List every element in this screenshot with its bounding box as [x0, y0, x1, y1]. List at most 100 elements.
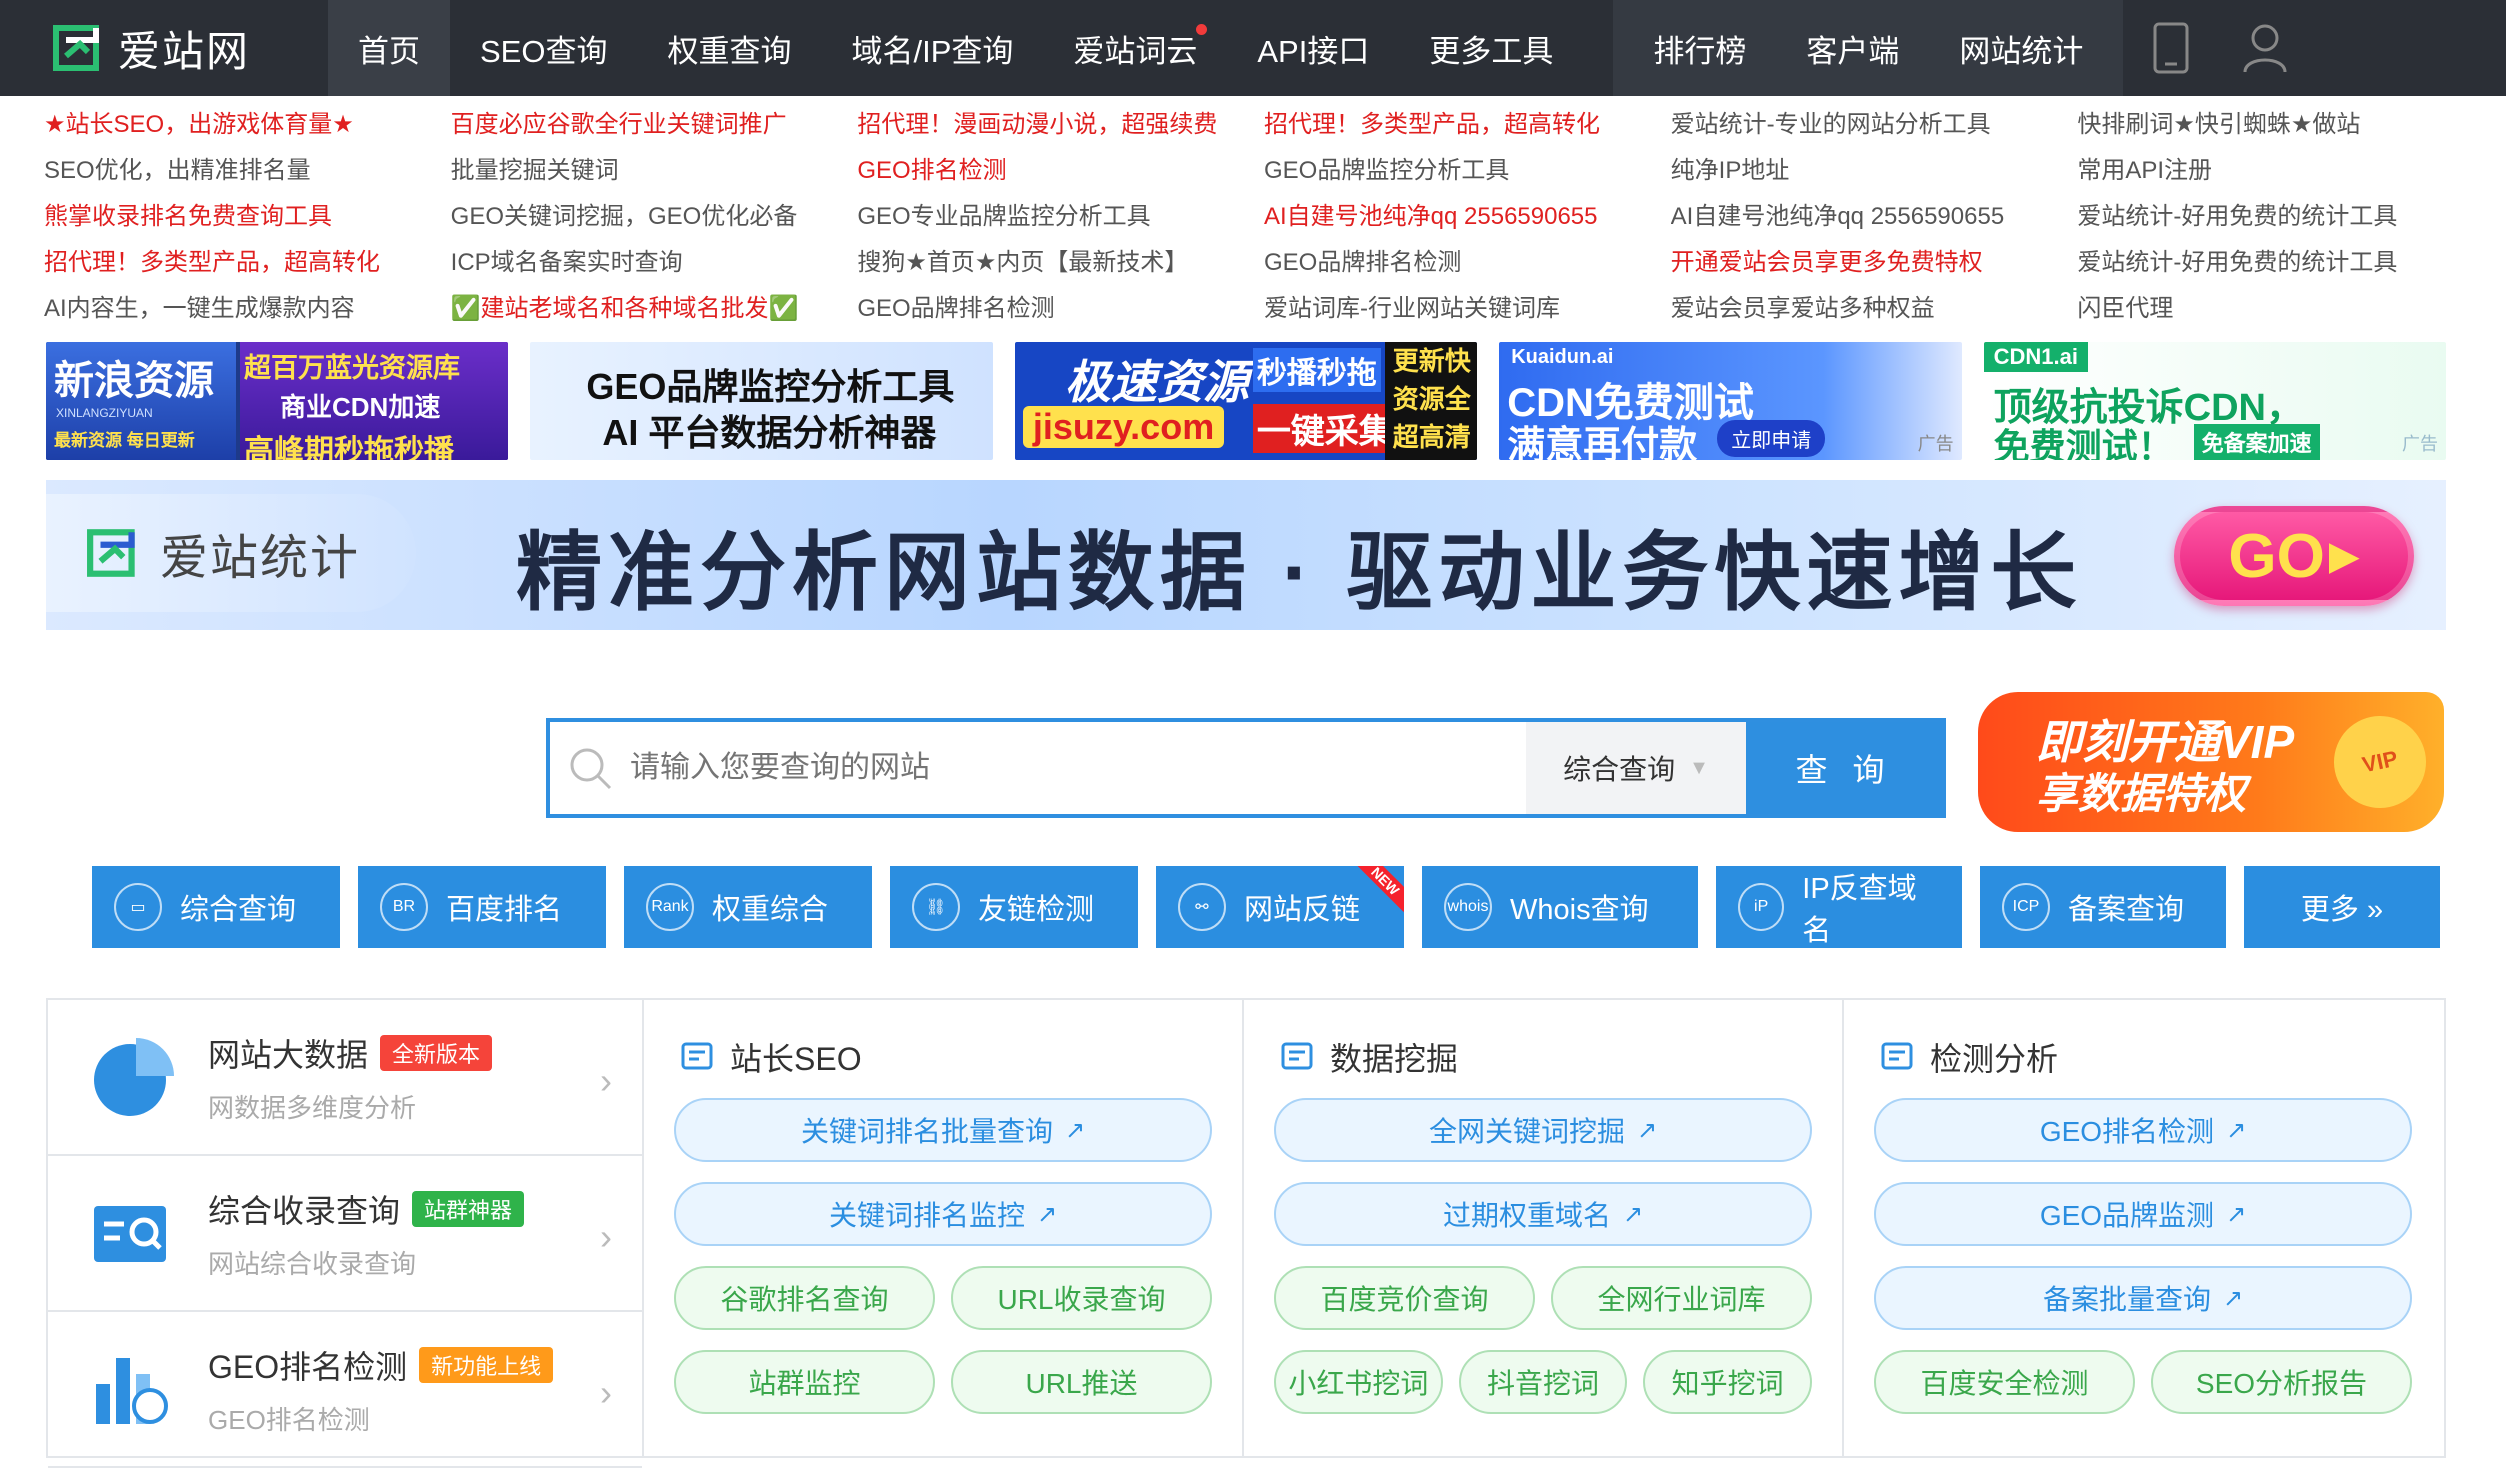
user-icon[interactable]	[2241, 22, 2289, 74]
promo-link[interactable]: 搜狗★首页★内页【最新技术】	[857, 242, 1264, 284]
tool-link[interactable]: 关键词排名批量查询 ↗	[674, 1098, 1212, 1162]
feature-subtitle: GEO排名检测	[208, 1404, 370, 1435]
search-type-select[interactable]: 综合查询 ▼	[1526, 722, 1746, 814]
promo-link[interactable]: ★站长SEO，出游戏体育量★	[44, 104, 451, 146]
tool-link[interactable]: URL收录查询	[951, 1266, 1212, 1330]
nav-item[interactable]: 排行榜	[1623, 0, 1776, 96]
ad-cdn1[interactable]: CDN1.ai 顶级抗投诉CDN， 免费测试！ 免备案加速 广告	[1983, 342, 2447, 460]
nav-item[interactable]: 网站统计	[1929, 0, 2113, 96]
ad-jisu[interactable]: 极速资源 jisuzy.com 秒播秒拖 一键采集 更新快 资源全 超高清	[1014, 342, 1478, 460]
nav-item[interactable]: SEO查询	[450, 0, 637, 96]
promo-link[interactable]: 爱站统计-专业的网站分析工具	[1671, 104, 2078, 146]
nav-item[interactable]: 客户端	[1776, 0, 1929, 96]
tool-link[interactable]: 关键词排名监控 ↗	[674, 1182, 1212, 1246]
promo-link[interactable]: AI自建号池纯净qq 2556590655	[1264, 196, 1671, 238]
feature-text: 综合收录查询 站群神器 网站综合收录查询	[208, 1186, 525, 1281]
ad-geo-brand[interactable]: GEO品牌监控分析工具 AI 平台数据分析神器	[530, 342, 993, 460]
promo-link[interactable]: GEO品牌排名检测	[857, 288, 1264, 330]
feature-panel: 网站大数据 全新版本 网数据多维度分析 › 综合收录查询 站群神器 网站综合收录查询 › GEO…	[46, 998, 2446, 1468]
ad-line: 超百万蓝光资源库	[244, 353, 460, 383]
promo-link[interactable]: GEO排名检测	[857, 150, 1264, 192]
promo-link[interactable]: 招代理！漫画动漫小说，超强续费	[857, 104, 1264, 146]
nav-item[interactable]: 首页	[328, 0, 450, 96]
promo-link[interactable]: 招代理！多类型产品，超高转化	[1264, 104, 1671, 146]
tool-link[interactable]: 全网行业词库	[1551, 1266, 1812, 1330]
search-input[interactable]	[630, 722, 1526, 814]
tool-link[interactable]: 百度安全检测	[1874, 1350, 2135, 1414]
promo-link[interactable]: GEO专业品牌监控分析工具	[857, 196, 1264, 238]
promo-link[interactable]: 熊掌收录排名免费查询工具	[44, 196, 451, 238]
promo-link[interactable]: 闪臣代理	[2077, 288, 2484, 330]
promo-link[interactable]: 招代理！多类型产品，超高转化	[44, 242, 451, 284]
brand-logo[interactable]: 爱站网	[0, 18, 290, 79]
tool-column: 数据挖掘 全网关键词挖掘 ↗ 过期权重域名 ↗ 百度竞价查询 全网行业词库 小红书挖词 抖音挖词…	[1244, 1000, 1844, 1456]
tool-button[interactable]: Rank 权重综合	[624, 866, 872, 948]
feature-tag: 站群神器	[412, 1190, 525, 1227]
tool-button[interactable]: BR 百度排名	[358, 866, 606, 948]
promo-link[interactable]: 爱站统计-好用免费的统计工具	[2077, 196, 2484, 238]
tool-button[interactable]: ⚯ 网站反链 NEW	[1156, 866, 1404, 948]
tool-button[interactable]: 更多 »	[2244, 866, 2440, 948]
nav-item[interactable]: 爱站词云	[1043, 0, 1227, 96]
tool-link[interactable]: 知乎挖词	[1643, 1350, 1813, 1414]
search-bar: 综合查询 ▼ 查 询	[546, 718, 1946, 818]
tool-button[interactable]: iP IP反查域名	[1716, 866, 1962, 948]
promo-link[interactable]: 爱站词库-行业网站关键词库	[1264, 288, 1671, 330]
tool-button[interactable]: ICP 备案查询	[1980, 866, 2226, 948]
promo-link[interactable]: 常用API注册	[2077, 150, 2484, 192]
promo-link[interactable]: GEO品牌排名检测	[1264, 242, 1671, 284]
promo-link[interactable]: 批量挖掘关键词	[451, 150, 858, 192]
feature-item[interactable]: GEO排名检测 新功能上线 GEO排名检测 ›	[48, 1312, 642, 1468]
tool-label: Whois查询	[1510, 894, 1649, 926]
promo-link[interactable]: 爱站会员享爱站多种权益	[1671, 288, 2078, 330]
tool-link[interactable]: 百度竞价查询	[1274, 1266, 1535, 1330]
promo-link[interactable]: SEO优化，出精准排名量	[44, 150, 451, 192]
promo-link[interactable]: 百度必应谷歌全行业关键词推广	[451, 104, 858, 146]
ad-xinlang[interactable]: 新浪资源 XINLANGZIYUAN 最新资源 每日更新 超百万蓝光资源库 商业…	[46, 342, 509, 460]
ad-cta-button[interactable]: 立即申请	[1717, 420, 1826, 457]
tool-button[interactable]: whois Whois查询	[1422, 866, 1698, 948]
nav-item[interactable]: API接口	[1227, 0, 1399, 96]
tool-link[interactable]: 抖音挖词	[1458, 1350, 1628, 1414]
tool-link[interactable]: GEO品牌监测 ↗	[1874, 1182, 2412, 1246]
mobile-icon[interactable]	[2153, 22, 2189, 74]
promo-link[interactable]: GEO品牌监控分析工具	[1264, 150, 1671, 192]
ad-kuaidun[interactable]: Kuaidun.ai CDN免费测试 满意再付款 立即申请 广告	[1499, 342, 1962, 460]
tool-link[interactable]: 过期权重域名 ↗	[1274, 1182, 1812, 1246]
tool-link[interactable]: 站群监控	[674, 1350, 935, 1414]
search-button[interactable]: 查 询	[1746, 722, 1942, 814]
nav-item[interactable]: 域名/IP查询	[821, 0, 1043, 96]
promo-link[interactable]: GEO关键词挖掘，GEO优化必备	[451, 196, 858, 238]
tool-button[interactable]: ⛓ 友链检测	[890, 866, 1138, 948]
tool-link[interactable]: GEO排名检测 ↗	[1874, 1098, 2412, 1162]
feature-item[interactable]: 网站大数据 全新版本 网数据多维度分析 ›	[48, 1000, 642, 1156]
nav-item[interactable]: 权重查询	[637, 0, 821, 96]
tool-link[interactable]: SEO分析报告	[2151, 1350, 2412, 1414]
tool-row: 百度竞价查询 全网行业词库	[1274, 1266, 1812, 1350]
nav-item[interactable]: 更多工具	[1399, 0, 1583, 96]
tool-label: 网站反链	[1244, 894, 1361, 926]
ad-cta: 免备案加速	[2193, 424, 2320, 460]
promo-link[interactable]: AI自建号池纯净qq 2556590655	[1671, 196, 2078, 238]
stats-banner[interactable]: 爱站统计 精准分析网站数据 · 驱动业务快速增长 GO ▶	[46, 480, 2446, 630]
tool-button[interactable]: ▭ 综合查询	[92, 866, 340, 948]
promo-link[interactable]: 爱站统计-好用免费的统计工具	[2077, 242, 2484, 284]
promo-link[interactable]: ICP域名备案实时查询	[451, 242, 858, 284]
banner-go-button[interactable]: GO ▶	[2174, 506, 2414, 606]
external-arrow-icon: ↗	[2226, 1116, 2247, 1144]
tool-link[interactable]: 全网关键词挖掘 ↗	[1274, 1098, 1812, 1162]
promo-link[interactable]: 开通爱站会员享更多免费特权	[1671, 242, 2078, 284]
tool-link[interactable]: 小红书挖词	[1274, 1350, 1443, 1414]
promo-link[interactable]: ✅建站老域名和各种域名批发✅	[451, 288, 858, 330]
feature-item[interactable]: 综合收录查询 站群神器 网站综合收录查询 ›	[48, 1156, 642, 1312]
promo-link[interactable]: 纯净IP地址	[1671, 150, 2078, 192]
banner-logo: 爱站统计	[46, 494, 416, 612]
column-header: 数据挖掘	[1274, 1034, 1812, 1080]
tool-link[interactable]: 谷歌排名查询	[674, 1266, 935, 1330]
tool-link[interactable]: URL推送	[951, 1350, 1212, 1414]
promo-link[interactable]: AI内容生，一键生成爆款内容	[44, 288, 451, 330]
tool-link-label: GEO品牌监测	[2039, 1200, 2215, 1231]
tool-link[interactable]: 备案批量查询 ↗	[1874, 1266, 2412, 1330]
vip-promo[interactable]: 即刻开通VIP 享数据特权 VIP	[1978, 692, 2444, 832]
promo-link[interactable]: 快排刷词★快引蜘蛛★做站	[2077, 104, 2484, 146]
